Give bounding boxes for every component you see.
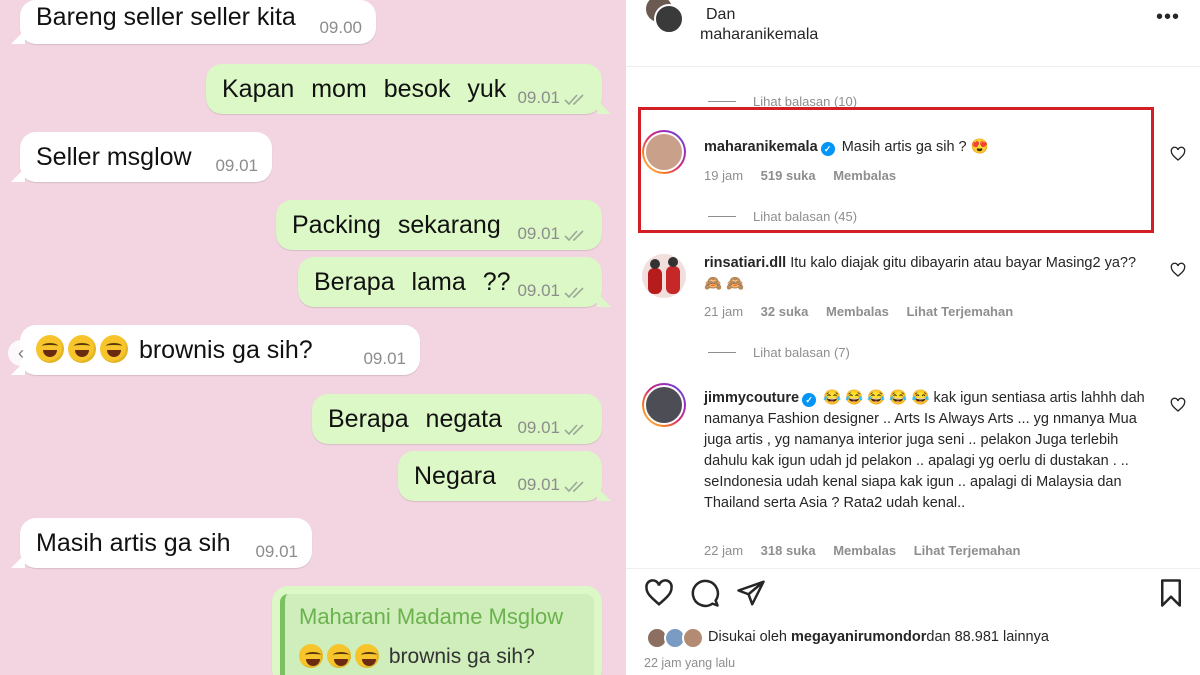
chat-bubble-outgoing: Packing sekarang 09.01 [276, 200, 602, 250]
comment-meta: 21 jam 32 suka Membalas Lihat Terjemahan [704, 304, 1027, 319]
comment-meta: 22 jam 318 suka Membalas Lihat Terjemaha… [704, 543, 1034, 558]
heart-icon[interactable] [1170, 146, 1186, 162]
liked-by-suffix[interactable]: dan 88.981 lainnya [926, 629, 1049, 645]
rofl-emoji-icon [36, 335, 64, 363]
reply-button[interactable]: Membalas [833, 168, 896, 183]
rofl-emoji-icon [299, 644, 323, 668]
heart-icon[interactable] [644, 578, 674, 608]
reply-button[interactable]: Membalas [833, 543, 896, 558]
comment-age: 22 jam [704, 543, 744, 558]
chat-bubble-incoming: Bareng seller seller kita 09.00 [11, 0, 376, 44]
comment-body: Masih artis ga sih ? 😍 [841, 139, 989, 155]
comment-text: maharanikemala ✓ Masih artis ga sih ? 😍 [704, 137, 1154, 158]
double-check-icon [564, 287, 584, 299]
comment-meta: 19 jam 519 suka Membalas [704, 168, 910, 183]
quoted-sender-name: Maharani Madame Msglow [299, 604, 564, 629]
message-time: 09.01 [255, 542, 298, 561]
verified-badge-icon: ✓ [820, 142, 835, 156]
comment-likes[interactable]: 519 suka [761, 168, 816, 183]
chat-bubble-outgoing: Kapan mom besok yuk 09.01 [206, 64, 611, 114]
header-avatars[interactable] [644, 0, 686, 36]
double-check-icon [564, 230, 584, 242]
avatar [682, 627, 704, 649]
message-text: Negara [414, 462, 496, 490]
comment-text: jimmycouture ✓ 😂 😂 😂 😂 😂 kak igun sentias… [704, 388, 1154, 514]
chat-bubble-outgoing: Berapa lama ?? 09.01 [298, 257, 611, 307]
chat-bubble-outgoing: Berapa negata 09.01 [312, 394, 602, 444]
message-text: Berapa negata [328, 405, 503, 433]
divider [626, 568, 1200, 569]
translate-button[interactable]: Lihat Terjemahan [906, 304, 1013, 319]
share-icon[interactable] [736, 578, 766, 608]
chevron-left-icon[interactable]: ‹ [8, 340, 34, 366]
message-text: Kapan mom besok yuk [222, 75, 507, 103]
chat-screenshot: Bareng seller seller kita 09.00 Kapan mo… [0, 0, 626, 675]
heart-icon[interactable] [1170, 262, 1186, 278]
comment-age: 19 jam [704, 168, 744, 183]
bookmark-icon[interactable] [1156, 578, 1186, 608]
comment-body: 😂 😂 😂 😂 😂 kak igun sentiasa artis lahhh … [704, 390, 1145, 511]
reply-button[interactable]: Membalas [826, 304, 889, 319]
avatar[interactable] [642, 254, 686, 298]
divider [708, 352, 736, 353]
double-check-icon [564, 94, 584, 106]
comment-text: rinsatiari.dll Itu kalo diajak gitu diba… [704, 253, 1154, 295]
message-time: 09.01 [517, 88, 560, 107]
message-text: Seller msglow [36, 143, 192, 171]
comment-username[interactable]: jimmycouture [704, 390, 799, 406]
chat-bubble-incoming: Masih artis ga sih 09.01 [11, 518, 312, 568]
comment-likes[interactable]: 318 suka [761, 543, 816, 558]
comment-username[interactable]: rinsatiari.dll [704, 255, 786, 271]
message-time: 09.01 [517, 475, 560, 494]
avatar[interactable] [642, 383, 686, 427]
message-text: Berapa lama ?? [314, 268, 511, 296]
liked-by-prefix: Disukai oleh [708, 629, 792, 645]
avatar[interactable] [642, 130, 686, 174]
double-check-icon [564, 481, 584, 493]
message-text: Packing sekarang [292, 211, 501, 239]
divider [708, 101, 736, 102]
liked-by-user[interactable]: megayanirumondor [791, 629, 926, 645]
divider [626, 66, 1200, 67]
quoted-reply-bubble: Maharani Madame Msglow brownis ga sih? [272, 586, 602, 675]
comment-icon[interactable] [690, 578, 720, 608]
heart-icon[interactable] [1170, 397, 1186, 413]
view-replies-link[interactable]: Lihat balasan (7) [753, 345, 850, 360]
message-time: 09.01 [363, 349, 406, 368]
chat-bubble-outgoing: Negara 09.01 [398, 451, 611, 501]
rofl-emoji-icon [327, 644, 351, 668]
message-time: 09.01 [215, 156, 258, 175]
message-time: 09.01 [517, 281, 560, 300]
message-time: 09.00 [319, 18, 362, 37]
message-text: Masih artis ga sih [36, 529, 231, 557]
chat-bubble-incoming: brownis ga sih? 09.01 [11, 325, 420, 375]
quoted-content: brownis ga sih? [299, 644, 535, 669]
chat-bubble-incoming: Seller msglow 09.01 [11, 132, 272, 182]
rofl-emoji-icon [100, 335, 128, 363]
comment-username[interactable]: maharanikemala [704, 139, 818, 155]
message-time: 09.01 [517, 224, 560, 243]
message-content: brownis ga sih? [36, 334, 313, 366]
comment-likes[interactable]: 32 suka [761, 304, 809, 319]
header-username[interactable]: maharanikemala [700, 26, 818, 44]
post-time-ago: 22 jam yang lalu [644, 656, 736, 670]
rofl-emoji-icon [355, 644, 379, 668]
message-text: brownis ga sih? [138, 336, 313, 364]
quoted-text: brownis ga sih? [388, 645, 535, 668]
verified-badge-icon: ✓ [802, 393, 817, 407]
message-time: 09.01 [517, 418, 560, 437]
header-and-label: Dan [706, 6, 736, 23]
comment-age: 21 jam [704, 304, 744, 319]
view-replies-link[interactable]: Lihat balasan (45) [753, 209, 857, 224]
liked-by-text: Disukai oleh megayanirumondordan 88.981 … [708, 629, 1049, 645]
instagram-comments-panel: Dan maharanikemala ••• Lihat balasan (10… [626, 0, 1200, 675]
message-text: Bareng seller seller kita [36, 3, 296, 31]
divider [708, 216, 736, 217]
avatar [654, 4, 684, 34]
translate-button[interactable]: Lihat Terjemahan [914, 543, 1021, 558]
rofl-emoji-icon [68, 335, 96, 363]
quoted-message[interactable]: Maharani Madame Msglow brownis ga sih? [280, 594, 594, 675]
double-check-icon [564, 424, 584, 436]
more-dots-icon[interactable]: ••• [1156, 6, 1180, 29]
